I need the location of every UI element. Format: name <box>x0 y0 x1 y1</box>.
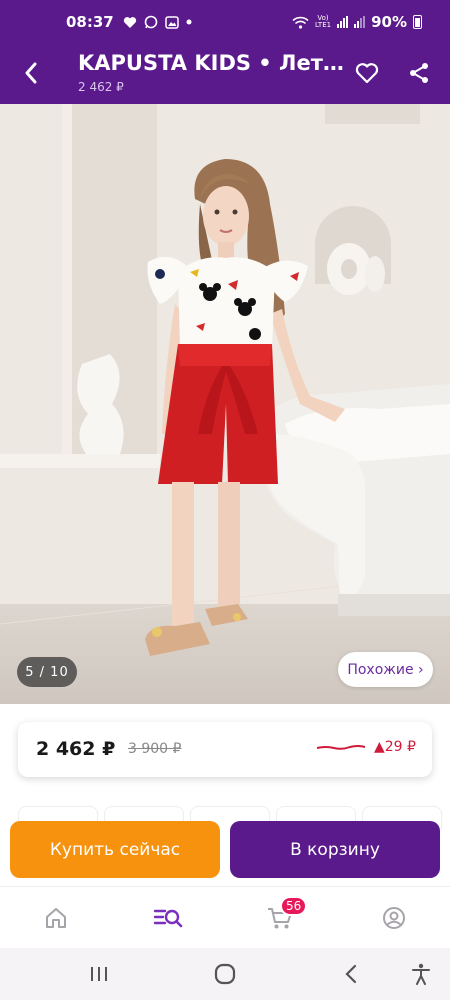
bottom-navigation: 56 <box>0 886 450 948</box>
heart-icon <box>123 16 136 28</box>
dot-icon <box>186 19 192 25</box>
accessibility-icon <box>412 963 430 985</box>
add-to-cart-button[interactable]: В корзину <box>230 821 440 878</box>
wifi-icon <box>292 16 309 29</box>
cart-count-badge: 56 <box>280 896 308 916</box>
product-image <box>0 104 450 704</box>
home-icon <box>46 908 66 928</box>
share-icon <box>410 63 428 83</box>
old-price: 3 900 ₽ <box>128 741 182 757</box>
back-arrow-icon <box>345 964 357 984</box>
nav-home[interactable] <box>39 901 73 935</box>
product-title: KAPUSTA KIDS • Летний костюм <box>78 51 346 75</box>
status-time: 08:37 <box>66 13 114 31</box>
header-price: 2 462 ₽ <box>78 80 124 94</box>
volte-icon: Vo) LTE1 <box>315 14 332 29</box>
system-navigation-bar <box>0 948 450 1000</box>
system-icons: Vo) LTE1 90% <box>292 13 422 31</box>
nav-catalog[interactable] <box>151 901 185 935</box>
home-circle-icon <box>214 963 236 985</box>
recents-button[interactable] <box>86 961 112 987</box>
battery-icon <box>413 15 422 29</box>
buy-now-button[interactable]: Купить сейчас <box>10 821 220 878</box>
share-button[interactable] <box>402 56 436 90</box>
signal-icon-2 <box>354 16 366 28</box>
catalog-search-icon <box>153 909 183 928</box>
net-label: LTE1 <box>315 21 332 29</box>
similar-button[interactable]: Похожие › <box>338 652 433 687</box>
chevron-left-icon <box>25 62 37 84</box>
profile-icon <box>383 907 405 929</box>
top-app-bar: KAPUSTA KIDS • Летний костюм 2 462 ₽ <box>0 44 450 104</box>
back-system-button[interactable] <box>338 961 364 987</box>
nav-profile[interactable] <box>377 901 411 935</box>
price-card[interactable]: 2 462 ₽ 3 900 ₽ ▲29 ₽ <box>18 722 432 777</box>
signal-icon <box>337 16 349 28</box>
gallery-icon <box>165 15 179 29</box>
image-counter: 5 / 10 <box>17 657 77 687</box>
recents-icon <box>91 967 107 981</box>
status-bar: 08:37 Vo) LTE1 90% <box>0 0 450 44</box>
product-photo[interactable] <box>0 104 450 704</box>
heart-outline-icon <box>355 63 379 84</box>
whatsapp-icon <box>144 15 158 29</box>
current-price: 2 462 ₽ <box>36 738 116 760</box>
price-change: ▲29 ₽ <box>374 739 416 755</box>
battery-percent: 90% <box>371 13 407 31</box>
accessibility-button[interactable] <box>408 961 434 987</box>
home-system-button[interactable] <box>212 961 238 987</box>
notification-icons <box>123 15 192 29</box>
back-button[interactable] <box>14 56 48 90</box>
favorite-button[interactable] <box>350 56 384 90</box>
price-trend-sparkline <box>316 745 366 750</box>
